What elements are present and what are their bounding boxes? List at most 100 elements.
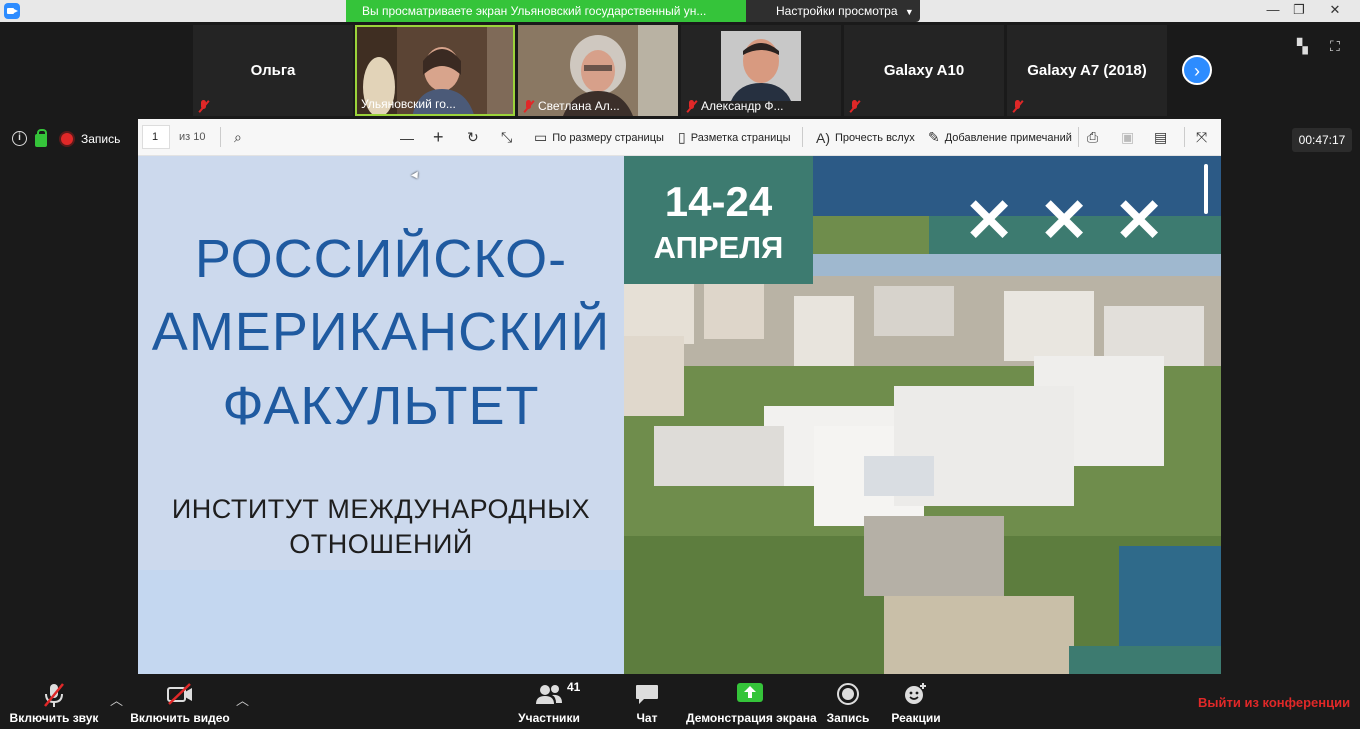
chevron-up-icon[interactable]: ︿ (236, 690, 249, 709)
participant-tile[interactable]: Galaxy A7 (2018) (1007, 25, 1167, 116)
pen-icon: ✎ (928, 129, 940, 145)
mouse-cursor-icon (411, 171, 421, 181)
zoom-window: Вы просматриваете экран Ульяновский госу… (0, 0, 1360, 729)
chat-icon (636, 685, 658, 704)
screen-share-banner: Вы просматриваете экран Ульяновский госу… (346, 0, 746, 22)
rotate-icon[interactable]: ↻ (467, 119, 479, 156)
record-icon (837, 683, 859, 705)
meeting-timer: 00:47:17 (1292, 128, 1352, 152)
unmute-button[interactable]: Включить звук (5, 674, 103, 729)
pdf-toolbar: 1 из 10 ⌕ — + ↻ ⤡ ▭ По размеру страницы … (138, 119, 1221, 156)
add-notes-button[interactable]: ✎ Добавление примечаний (928, 119, 1072, 156)
reactions-button[interactable]: Реакции (888, 674, 944, 729)
view-options-button[interactable]: Настройки просмотра ▼ (746, 0, 920, 22)
participant-caption: Светлана Ал... (538, 99, 620, 113)
record-button[interactable]: Запись (822, 674, 874, 729)
mic-muted-icon (685, 99, 698, 113)
campus-aerial-photo: ✕ ✕ ✕ 14-24 АПРЕЛЯ (624, 156, 1221, 674)
save-icon[interactable]: ▣ (1121, 119, 1134, 156)
participant-name: Ольга (250, 62, 296, 79)
fit-page-button[interactable]: ▭ По размеру страницы (534, 119, 664, 156)
fit-page-icon: ▭ (534, 129, 548, 145)
mic-muted-icon (44, 683, 64, 707)
date-range: 14-24 (664, 178, 773, 225)
slide-title-line: АМЕРИКАНСКИЙ (151, 302, 611, 362)
share-screen-button[interactable]: Демонстрация экрана (686, 674, 817, 729)
close-button[interactable]: ✕ (1320, 0, 1350, 22)
unmute-label: Включить звук (9, 711, 99, 725)
record-label: Запись (826, 711, 870, 725)
mic-muted-icon (848, 100, 861, 113)
meeting-controls: Включить звук ︿ Включить видео ︿ Участни… (0, 674, 1360, 729)
start-video-button[interactable]: Включить видео (130, 674, 230, 729)
reactions-label: Реакции (891, 711, 941, 725)
fullscreen-icon[interactable]: ⛶ (1330, 38, 1340, 55)
shared-pdf-viewer: 1 из 10 ⌕ — + ↻ ⤡ ▭ По размеру страницы … (138, 119, 1221, 674)
read-aloud-button[interactable]: A) Прочесть вслух (816, 119, 915, 156)
participant-tile[interactable]: Александр Ф... (681, 25, 841, 116)
participant-tile[interactable]: Galaxy A10 (844, 25, 1004, 116)
participant-caption: Ульяновский го... (361, 97, 456, 111)
decor-x-icon: ✕ (1039, 187, 1090, 254)
mic-muted-icon (522, 99, 535, 113)
slide-text-panel: РОССИЙСКО- АМЕРИКАНСКИЙ ФАКУЛЬТЕТ ИНСТИТ… (138, 156, 624, 674)
date-badge: 14-24 АПРЕЛЯ (624, 156, 813, 284)
mic-muted-icon (197, 100, 210, 113)
page-layout-icon: ▯ (678, 129, 686, 145)
leave-meeting-button[interactable]: Выйти из конференции (1198, 695, 1350, 710)
save-as-icon[interactable]: ▤ (1154, 119, 1167, 156)
read-aloud-icon: A) (816, 129, 830, 146)
pin-icon[interactable]: ⤧ (1196, 119, 1207, 156)
search-icon[interactable]: ⌕ (234, 119, 242, 156)
start-video-label: Включить видео (130, 711, 230, 725)
page-layout-label: Разметка страницы (690, 131, 791, 144)
fit-page-label: По размеру страницы (552, 131, 664, 144)
participants-count: 41 (567, 680, 581, 694)
zoom-in-icon[interactable]: + (433, 119, 444, 156)
info-icon[interactable]: i (12, 131, 27, 146)
share-screen-label: Демонстрация экрана (686, 711, 817, 725)
participant-tile[interactable]: Светлана Ал... (518, 25, 678, 116)
video-off-icon (167, 683, 192, 705)
participant-name: Galaxy A10 (883, 62, 965, 79)
encryption-lock-icon[interactable] (35, 129, 47, 147)
share-screen-icon (737, 683, 763, 702)
participant-caption: Александр Ф... (701, 99, 784, 113)
slide-subtitle-line: ИНСТИТУТ МЕЖДУНАРОДНЫХ (171, 494, 591, 524)
meeting-indicators: i Запись (12, 129, 121, 147)
print-icon[interactable]: ⎙ (1087, 119, 1098, 156)
recording-label: Запись (81, 131, 121, 146)
restore-button[interactable]: ❐ (1284, 0, 1314, 22)
participant-name: Galaxy A7 (2018) (1027, 62, 1147, 79)
presentation-slide: РОССИЙСКО- АМЕРИКАНСКИЙ ФАКУЛЬТЕТ ИНСТИТ… (138, 156, 1221, 674)
participants-label: Участники (518, 711, 580, 725)
layout-toggle-icon[interactable]: ▚ (1297, 38, 1308, 55)
page-number-input[interactable]: 1 (142, 125, 170, 149)
add-notes-label: Добавление примечаний (944, 131, 1072, 144)
fit-icon[interactable]: ⤡ (501, 119, 512, 156)
slide-subtitle-line: ОТНОШЕНИЙ (289, 529, 473, 559)
page-layout-button[interactable]: ▯ Разметка страницы (678, 119, 791, 156)
decor-x-icon: ✕ (964, 187, 1015, 254)
date-month: АПРЕЛЯ (653, 230, 784, 265)
read-aloud-label: Прочесть вслух (835, 131, 915, 144)
title-bar: Вы просматриваете экран Ульяновский госу… (0, 0, 1360, 22)
mic-muted-icon (1011, 100, 1024, 113)
chat-button[interactable]: Чат (622, 674, 672, 729)
view-options-label: Настройки просмотра (776, 4, 898, 18)
chevron-down-icon: ▼ (904, 7, 914, 17)
recording-icon (61, 132, 73, 145)
participant-tile[interactable]: Ольга (193, 25, 353, 116)
participant-strip: Ольга Ульяновский го... Светлана Ал... А… (0, 22, 1360, 119)
chat-label: Чат (636, 711, 658, 725)
chevron-up-icon[interactable]: ︿ (110, 690, 123, 709)
scrollbar[interactable] (1204, 164, 1208, 214)
participants-icon (536, 685, 562, 704)
reactions-icon (905, 683, 926, 704)
decor-x-icon: ✕ (1114, 187, 1165, 254)
zoom-out-icon[interactable]: — (400, 119, 414, 156)
next-page-arrow-icon[interactable]: › (1182, 55, 1212, 85)
page-count: из 10 (179, 131, 206, 143)
participant-tile[interactable]: Ульяновский го... (355, 25, 515, 116)
slide-title-line: ФАКУЛЬТЕТ (222, 376, 540, 436)
